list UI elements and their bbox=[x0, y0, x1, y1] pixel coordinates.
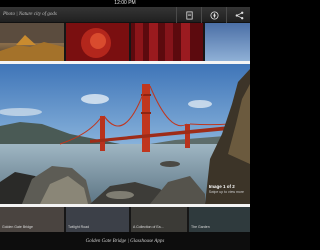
golden-gate-bridge-photo bbox=[0, 64, 250, 204]
thumbnail-label: Twilight Road bbox=[68, 225, 90, 229]
thumbnail-label: Golden Gate Bridge bbox=[2, 225, 33, 229]
status-bar: 12:00 PM bbox=[0, 0, 250, 7]
thumbnail-desert[interactable] bbox=[0, 23, 64, 61]
bottom-thumbnail-strip: Golden Gate Bridge Twilight Road A Colle… bbox=[0, 207, 250, 232]
image-counter-subtext: Swipe up to view more bbox=[208, 190, 244, 194]
compass-icon bbox=[209, 10, 219, 20]
main-photo[interactable]: Image 1 of 2 Swipe up to view more bbox=[0, 61, 250, 207]
thumbnail-collection[interactable]: A Collection of Ea... bbox=[131, 207, 187, 232]
document-button[interactable] bbox=[177, 7, 201, 23]
top-toolbar: Photo | Nature city of gods bbox=[0, 7, 250, 23]
share-button[interactable] bbox=[227, 7, 251, 23]
document-icon bbox=[185, 10, 193, 20]
compass-button[interactable] bbox=[202, 7, 226, 23]
thumbnail-label: The Garden bbox=[191, 225, 210, 229]
thumbnail-red-flower[interactable] bbox=[66, 23, 129, 61]
image-counter-text: Image 1 of 2 bbox=[208, 184, 235, 189]
image-counter: Image 1 of 2 Swipe up to view more bbox=[209, 184, 244, 194]
breadcrumb[interactable]: Photo | Nature city of gods bbox=[3, 10, 57, 20]
thumbnail-twilight-road[interactable]: Twilight Road bbox=[66, 207, 129, 232]
thumbnail-golden-gate[interactable]: Golden Gate Bridge bbox=[0, 207, 64, 232]
share-icon bbox=[235, 11, 243, 19]
thumbnail-label: A Collection of Ea... bbox=[133, 225, 164, 229]
thumbnail-garden[interactable]: The Garden bbox=[189, 207, 250, 232]
top-thumbnail-strip bbox=[0, 23, 250, 61]
photo-caption: Golden Gate Bridge | Glasshouse Apps bbox=[85, 239, 165, 244]
thumbnail-blue-sky[interactable] bbox=[205, 23, 250, 61]
status-time: 12:00 PM bbox=[114, 0, 136, 6]
thumbnail-red-curtain[interactable] bbox=[131, 23, 203, 61]
